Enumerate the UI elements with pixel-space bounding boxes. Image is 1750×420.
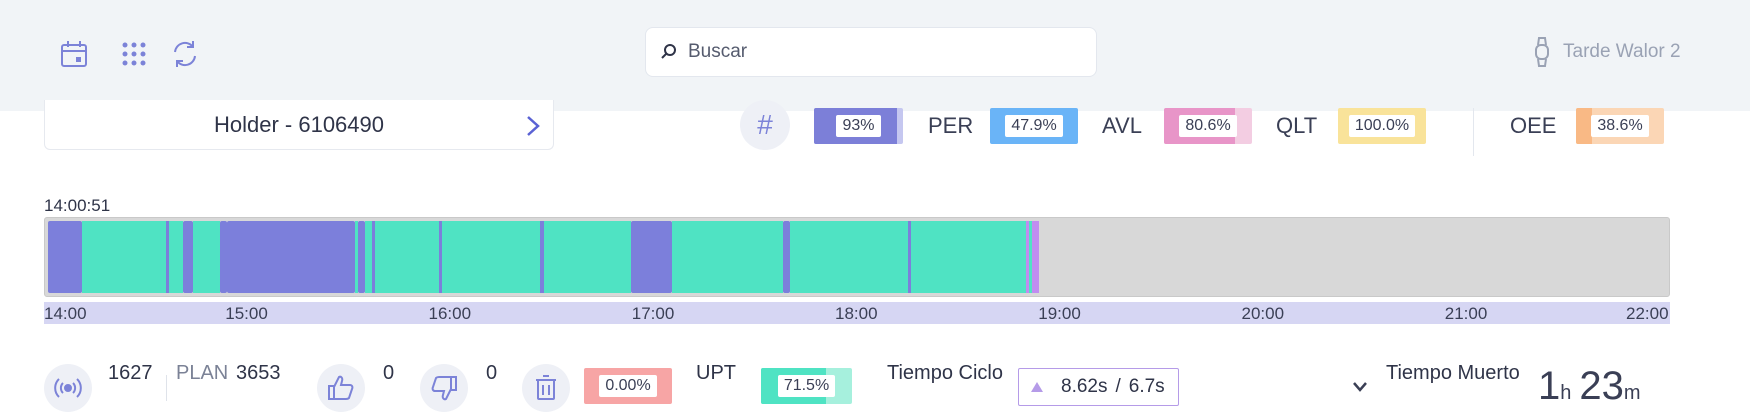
timeline-segment-running[interactable] [910, 221, 1026, 293]
calendar-icon[interactable] [54, 34, 94, 74]
search-icon [661, 44, 676, 59]
dead-time-value: 1 h 23 m [1538, 364, 1649, 409]
timeline-segment-stopped[interactable] [219, 221, 227, 293]
timeline-tick-label: 14:00 [44, 304, 87, 323]
dead-time-label: Tiempo Muerto [1386, 362, 1520, 384]
timeline-tick-label: 19:00 [1038, 304, 1081, 323]
search-input[interactable] [688, 41, 1068, 63]
cycle-target: 6.7s [1128, 376, 1165, 397]
timeline-segment-stopped[interactable] [631, 221, 672, 293]
timeline-bar[interactable] [44, 217, 1670, 297]
timeline-segment-running[interactable] [671, 221, 783, 293]
refresh-icon[interactable] [165, 34, 205, 74]
timeline-segment-running[interactable] [789, 221, 908, 293]
kpi-per-box: 47.9% [990, 108, 1078, 144]
timeline-tick-label: 18:00 [835, 304, 878, 323]
dead-minutes: 23 [1579, 364, 1624, 408]
dislikes-count: 0 [486, 362, 498, 384]
dead-hours: 1 [1538, 364, 1561, 408]
user-info[interactable]: Tarde Walor 2 [1533, 36, 1681, 68]
thumbs-up-icon[interactable] [317, 364, 365, 412]
user-name: Tarde Walor 2 [1563, 41, 1681, 62]
timeline-tick-label: 20:00 [1241, 304, 1285, 323]
timeline-tick-label: 22:00 [1626, 304, 1669, 323]
cycle-value: 8.62s [1061, 376, 1108, 397]
upt-box: 71.5% [761, 368, 852, 404]
timeline-segment-running[interactable] [364, 221, 372, 293]
likes-count: 0 [383, 362, 395, 384]
timeline-tick-label: 15:00 [225, 304, 268, 323]
kpi-avl-box: 80.6% [1164, 108, 1252, 144]
timeline-segment-running[interactable] [374, 221, 439, 293]
kpi-qlt-value: 100.0% [1348, 115, 1416, 137]
stat-divider [166, 375, 167, 401]
timeline-segment-stopped[interactable] [48, 221, 82, 293]
hash-icon[interactable]: # [740, 100, 790, 150]
kpi-oee-box: 38.6% [1576, 108, 1664, 144]
timeline-segment-running[interactable] [192, 221, 220, 293]
kpi-first-value: 93% [836, 115, 881, 137]
kpi-per-label: PER [928, 113, 974, 138]
kpi-oee-value: 38.6% [1591, 115, 1649, 137]
timeline-tick-label: 21:00 [1444, 304, 1488, 323]
dead-minutes-unit: m [1623, 382, 1641, 404]
produced-count: 1627 [108, 362, 153, 384]
cycle-box: 8.62s / 6.7s [1018, 368, 1179, 406]
timeline-tick-label: 16:00 [428, 304, 472, 323]
kpi-qlt-label: QLT [1276, 113, 1318, 138]
dead-hours-unit: h [1560, 382, 1572, 404]
search-box[interactable] [645, 27, 1097, 77]
thumbs-down-icon[interactable] [420, 364, 468, 412]
timeline-segment-stopped[interactable] [226, 221, 355, 293]
trash-icon[interactable] [522, 364, 570, 412]
cycle-label: Tiempo Ciclo [887, 362, 1003, 384]
kpi-avl-value: 80.6% [1179, 115, 1237, 137]
holder-label: Holder - 6106490 [213, 111, 384, 137]
plan-value: 3653 [236, 362, 281, 384]
scrap-box: 0.00% [584, 368, 672, 404]
timeline-segment-stopped[interactable] [358, 221, 365, 293]
plan-label: PLAN [176, 362, 229, 384]
top-bar: Tarde Walor 2 [0, 0, 1750, 111]
upt-value: 71.5% [777, 375, 836, 397]
kpi-per-value: 47.9% [1005, 115, 1063, 137]
chevron-down-icon[interactable] [1352, 381, 1368, 393]
kpi-divider [1473, 108, 1474, 156]
holder-selector[interactable]: Holder - 6106490 [44, 100, 554, 150]
scrap-value: 0.00% [599, 375, 657, 397]
upt-label: UPT [696, 362, 736, 384]
timeline-segment-other[interactable] [1032, 221, 1040, 293]
cycle-separator: / [1115, 376, 1121, 397]
timeline-segment-stopped[interactable] [182, 221, 193, 293]
kpi-qlt-box: 100.0% [1338, 108, 1426, 144]
timeline-tick-label: 17:00 [631, 304, 675, 323]
timeline-start-time: 14:00:51 [44, 196, 111, 215]
triangle-up-icon [1031, 382, 1043, 392]
timeline-segment-running[interactable] [442, 221, 541, 293]
watch-icon [1535, 37, 1549, 67]
grid-apps-icon[interactable] [114, 34, 154, 74]
timeline-segment-running[interactable] [169, 221, 183, 293]
kpi-first-box: 93% [814, 108, 903, 144]
timeline-segment-stopped[interactable] [782, 221, 790, 293]
kpi-avl-label: AVL [1102, 113, 1142, 138]
timeline-segment-running[interactable] [81, 221, 166, 293]
chevron-right-icon[interactable] [525, 114, 541, 138]
kpi-oee-fill [1576, 108, 1592, 144]
timeline-segment-running[interactable] [543, 221, 632, 293]
sensor-icon[interactable] [44, 364, 92, 412]
kpi-oee-label: OEE [1510, 113, 1557, 138]
